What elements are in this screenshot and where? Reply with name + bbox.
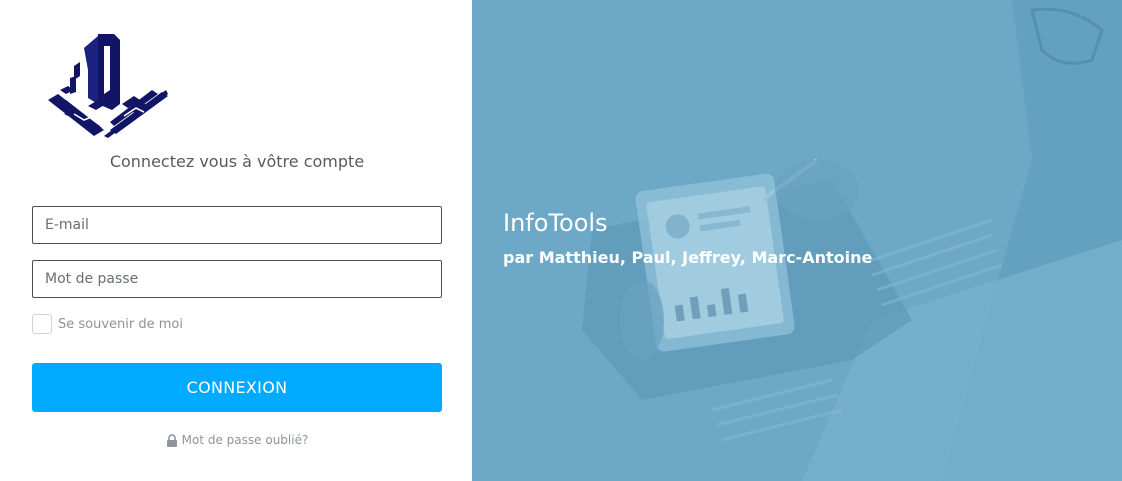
connexion-button[interactable]: CONNEXION	[32, 363, 442, 412]
forgot-password-label[interactable]: Mot de passe oublié?	[182, 433, 309, 447]
remember-me-label[interactable]: Se souvenir de moi	[58, 317, 183, 332]
remember-me-checkbox[interactable]	[32, 314, 52, 334]
email-field[interactable]	[32, 206, 442, 244]
email-input[interactable]	[33, 207, 441, 243]
password-field[interactable]	[32, 260, 442, 298]
brand-panel: InfoTools par Matthieu, Paul, Jeffrey, M…	[472, 0, 1122, 481]
login-panel: Connectez vous à vôtre compte Se souveni…	[0, 0, 472, 481]
lock-icon	[166, 433, 177, 447]
forgot-password-link[interactable]: Mot de passe oublié?	[0, 433, 474, 447]
brand-title: InfoTools	[503, 209, 608, 237]
logo-icon	[48, 34, 168, 138]
background-photo	[472, 0, 1122, 481]
remember-me[interactable]: Se souvenir de moi	[32, 314, 183, 334]
brand-subtitle: par Matthieu, Paul, Jeffrey, Marc-Antoin…	[503, 248, 873, 267]
password-input[interactable]	[33, 261, 441, 297]
login-tagline: Connectez vous à vôtre compte	[109, 152, 365, 171]
